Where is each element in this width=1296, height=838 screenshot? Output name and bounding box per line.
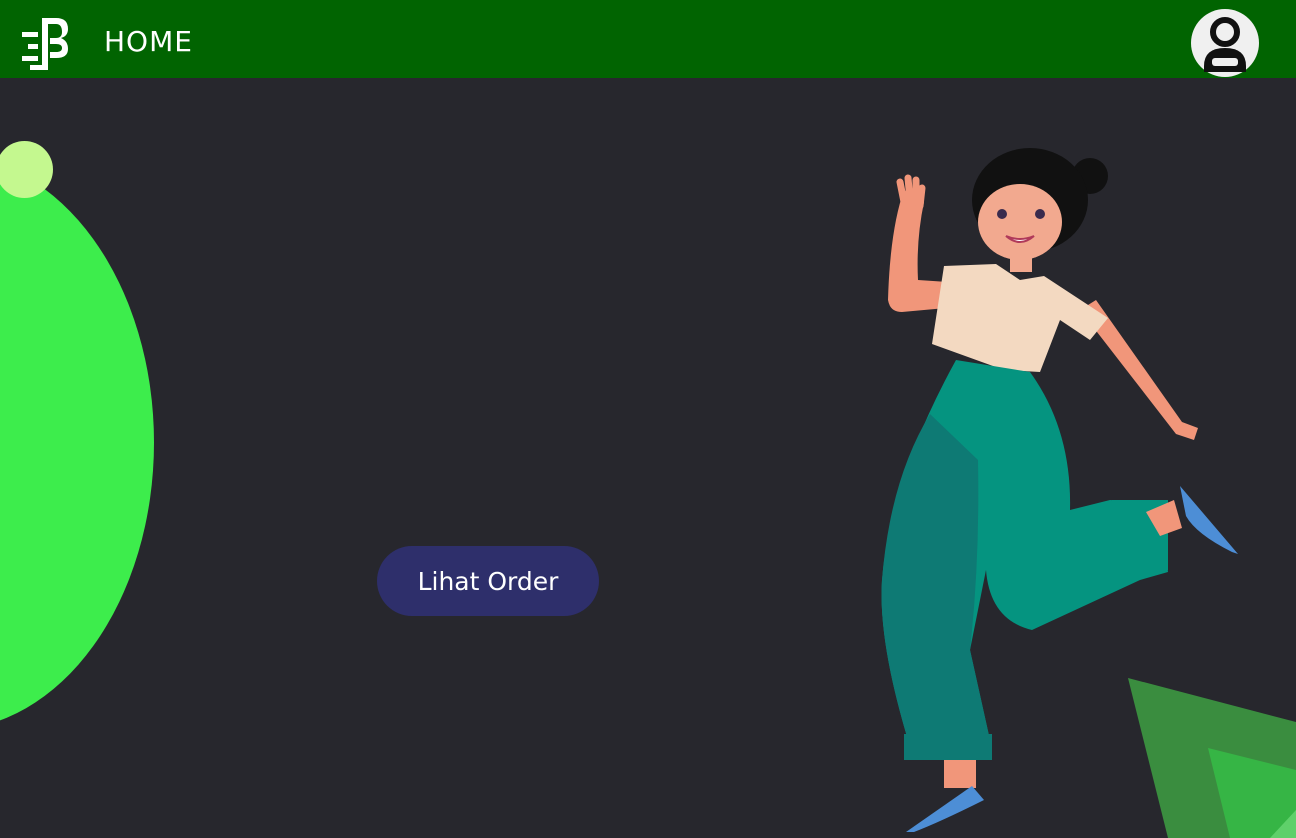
view-order-button[interactable]: Lihat Order — [377, 546, 599, 616]
page-title: HOME — [104, 25, 193, 58]
decorative-green-circle — [0, 155, 154, 730]
waving-woman-illustration — [881, 148, 1238, 832]
top-navbar: HOME — [0, 0, 1296, 78]
brand-logo-icon[interactable] — [20, 14, 70, 72]
home-page: HOME Lihat Order — [0, 0, 1296, 838]
user-profile-icon[interactable] — [1190, 8, 1260, 78]
